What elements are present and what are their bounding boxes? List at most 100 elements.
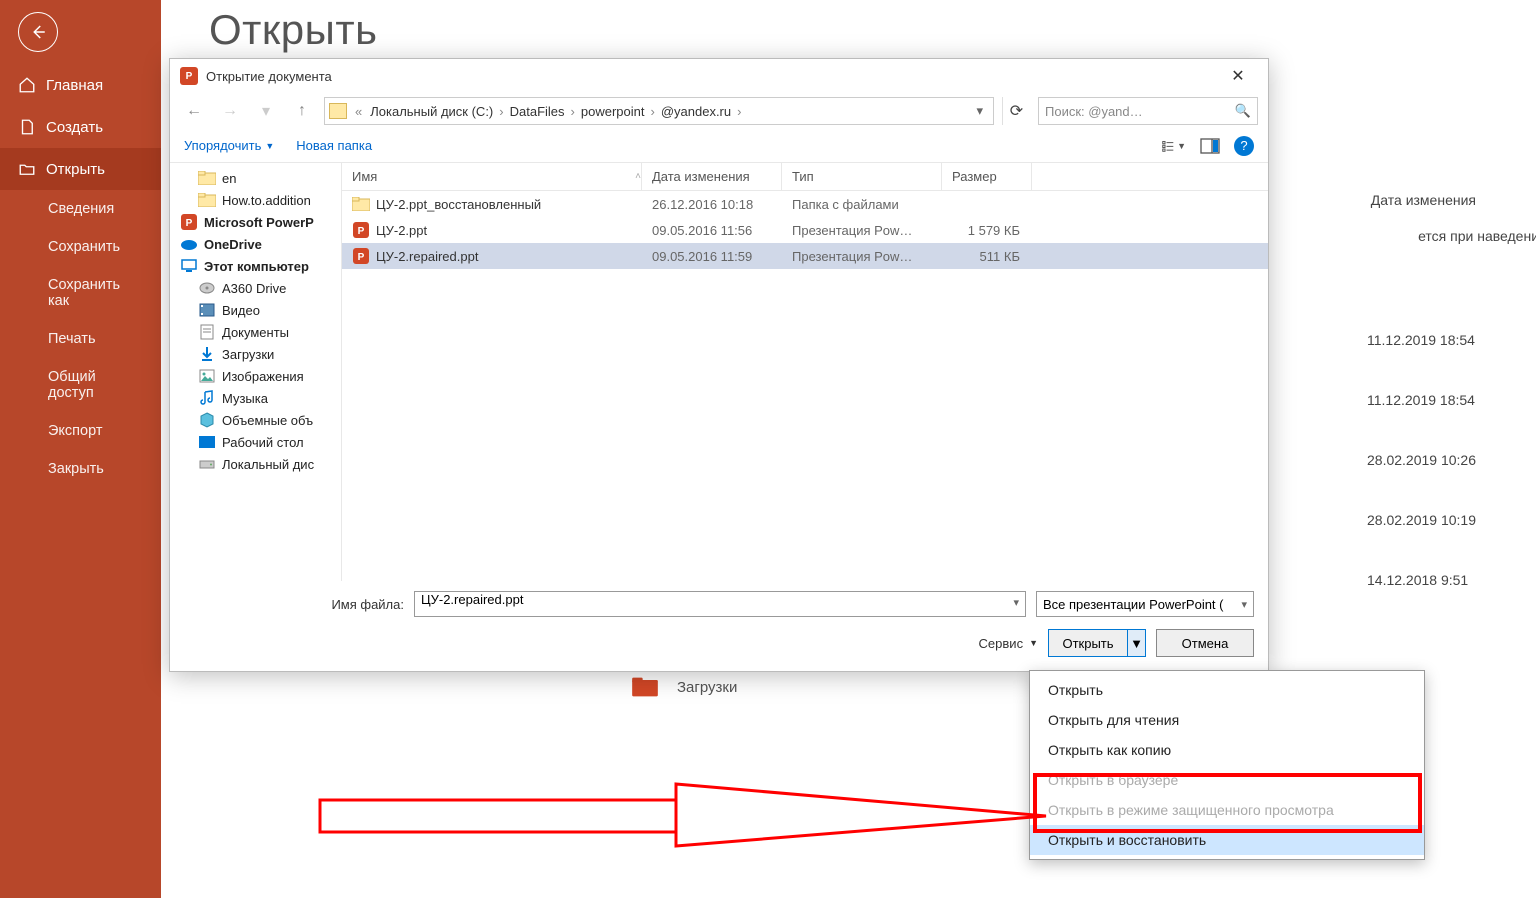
open-menu-item: Открыть в режиме защищенного просмотра: [1030, 795, 1424, 825]
refresh-button[interactable]: ⟳: [1002, 97, 1030, 125]
file-list: Имя ˄ Дата изменения Тип Размер ЦУ-2.ppt…: [342, 163, 1268, 581]
disk-icon: [198, 280, 216, 296]
address-bar: ← → ▾ ↑ « Локальный диск (C:)›DataFiles›…: [170, 93, 1268, 129]
file-list-header[interactable]: Имя ˄ Дата изменения Тип Размер: [342, 163, 1268, 191]
tree-item-label: How.to.addition: [222, 193, 311, 208]
nav-sub-item[interactable]: Закрыть: [0, 450, 161, 488]
nav-home[interactable]: Главная: [0, 64, 161, 106]
col-date[interactable]: Дата изменения: [642, 163, 782, 190]
tree-item[interactable]: en: [170, 167, 341, 189]
view-options-button[interactable]: ▼: [1162, 135, 1186, 157]
3d-icon: [198, 412, 216, 428]
tree-item[interactable]: Документы: [170, 321, 341, 343]
svg-text:P: P: [358, 226, 365, 237]
nav-sub-item[interactable]: Сохранить как: [0, 266, 161, 320]
nav-home-label: Главная: [46, 77, 103, 94]
cancel-button[interactable]: Отмена: [1156, 629, 1254, 657]
organize-button[interactable]: Упорядочить ▼: [184, 138, 274, 153]
tree-item[interactable]: Изображения: [170, 365, 341, 387]
tree-item[interactable]: Локальный дис: [170, 453, 341, 475]
breadcrumb-item[interactable]: powerpoint: [577, 102, 649, 121]
tree-item[interactable]: Видео: [170, 299, 341, 321]
date-value: 11.12.2019 18:54: [1367, 370, 1476, 430]
nav-new[interactable]: Создать: [0, 106, 161, 148]
open-menu-item[interactable]: Открыть для чтения: [1030, 705, 1424, 735]
open-button-label[interactable]: Открыть: [1049, 636, 1127, 651]
doc-icon: [198, 324, 216, 340]
new-folder-button[interactable]: Новая папка: [296, 138, 372, 153]
date-value: 28.02.2019 10:19: [1367, 490, 1476, 550]
file-row[interactable]: PЦУ-2.ppt09.05.2016 11:56Презентация Pow…: [342, 217, 1268, 243]
close-button[interactable]: ✕: [1218, 62, 1258, 90]
tree-item-label: Объемные объ: [222, 413, 313, 428]
filename-input[interactable]: ЦУ-2.repaired.ppt: [414, 591, 1026, 617]
breadcrumb-item[interactable]: DataFiles: [506, 102, 569, 121]
file-row[interactable]: ЦУ-2.ppt_восстановленный 26.12.2016 10:18…: [342, 191, 1268, 217]
file-row[interactable]: PЦУ-2.repaired.ppt09.05.2016 11:59Презен…: [342, 243, 1268, 269]
nav-sub-item[interactable]: Сохранить: [0, 228, 161, 266]
nav-sub-item[interactable]: Сведения: [0, 190, 161, 228]
open-split-button[interactable]: Открыть ▼: [1048, 629, 1146, 657]
folder-icon: [352, 196, 370, 212]
breadcrumb-item[interactable]: @yandex.ru: [657, 102, 735, 121]
nav-back-button[interactable]: ←: [180, 97, 208, 125]
svg-text:P: P: [358, 252, 365, 263]
col-size[interactable]: Размер: [942, 163, 1032, 190]
dialog-toolbar: Упорядочить ▼ Новая папка ▼ ?: [170, 129, 1268, 163]
hover-hint: ется при наведении указа: [1418, 228, 1536, 244]
file-name: ЦУ-2.repaired.ppt: [376, 249, 478, 264]
search-input[interactable]: Поиск: @yand… 🔍: [1038, 97, 1258, 125]
onedrive-icon: [180, 236, 198, 252]
help-button[interactable]: ?: [1234, 136, 1254, 156]
filetype-select[interactable]: Все презентации PowerPoint (: [1036, 591, 1254, 617]
tree-item-label: en: [222, 171, 236, 186]
tree-item[interactable]: Объемные объ: [170, 409, 341, 431]
col-type[interactable]: Тип: [782, 163, 942, 190]
breadcrumb-box[interactable]: « Локальный диск (C:)›DataFiles›powerpoi…: [324, 97, 994, 125]
nav-sub-item[interactable]: Печать: [0, 320, 161, 358]
tree-item[interactable]: PMicrosoft PowerP: [170, 211, 341, 233]
nav-forward-button[interactable]: →: [216, 97, 244, 125]
tree-item[interactable]: Рабочий стол: [170, 431, 341, 453]
breadcrumb-item[interactable]: Локальный диск (C:): [366, 102, 497, 121]
tree-item[interactable]: Этот компьютер: [170, 255, 341, 277]
downloads-label: Загрузки: [677, 679, 737, 696]
tree-item[interactable]: A360 Drive: [170, 277, 341, 299]
folder-tree[interactable]: en How.to.addition PMicrosoft PowerPOneDri…: [170, 163, 342, 581]
tree-item[interactable]: Музыка: [170, 387, 341, 409]
file-open-dialog: P Открытие документа ✕ ← → ▾ ↑ « Локальн…: [169, 58, 1269, 672]
nav-sub-item[interactable]: Общий доступ: [0, 358, 161, 412]
file-type: Презентация Pow…: [782, 249, 942, 264]
nav-up-button[interactable]: ↑: [288, 97, 316, 125]
chevron-icon: ›: [648, 104, 656, 119]
downloads-item[interactable]: Загрузки: [631, 675, 737, 699]
tools-button[interactable]: Сервис ▼: [979, 636, 1038, 651]
address-dropdown[interactable]: ▾: [970, 103, 989, 119]
open-menu-item[interactable]: Открыть: [1030, 675, 1424, 705]
drive-icon: [198, 456, 216, 472]
open-menu-item[interactable]: Открыть как копию: [1030, 735, 1424, 765]
file-date: 26.12.2016 10:18: [642, 197, 782, 212]
search-icon: 🔍: [1235, 103, 1251, 119]
home-icon: [18, 76, 36, 94]
folder-icon: [198, 192, 216, 208]
open-dropdown-button[interactable]: ▼: [1127, 630, 1145, 656]
folder-icon: [198, 170, 216, 186]
col-name[interactable]: Имя: [352, 169, 377, 184]
tree-item[interactable]: How.to.addition: [170, 189, 341, 211]
tree-item[interactable]: OneDrive: [170, 233, 341, 255]
tree-item-label: Загрузки: [222, 347, 274, 362]
preview-pane-button[interactable]: [1198, 135, 1222, 157]
back-button[interactable]: [18, 12, 58, 52]
open-menu-item[interactable]: Открыть и восстановить: [1030, 825, 1424, 855]
nav-sub-item[interactable]: Экспорт: [0, 412, 161, 450]
date-value: 11.12.2019 18:54: [1367, 310, 1476, 370]
nav-recent-button[interactable]: ▾: [252, 97, 280, 125]
tree-item[interactable]: Загрузки: [170, 343, 341, 365]
new-icon: [18, 118, 36, 136]
tree-item-label: Локальный дис: [222, 457, 314, 472]
file-name: ЦУ-2.ppt_восстановленный: [376, 197, 541, 212]
file-size: 511 КБ: [942, 249, 1032, 264]
dialog-bottom: Имя файла: ЦУ-2.repaired.ppt Все презент…: [170, 581, 1268, 671]
nav-open[interactable]: Открыть: [0, 148, 161, 190]
